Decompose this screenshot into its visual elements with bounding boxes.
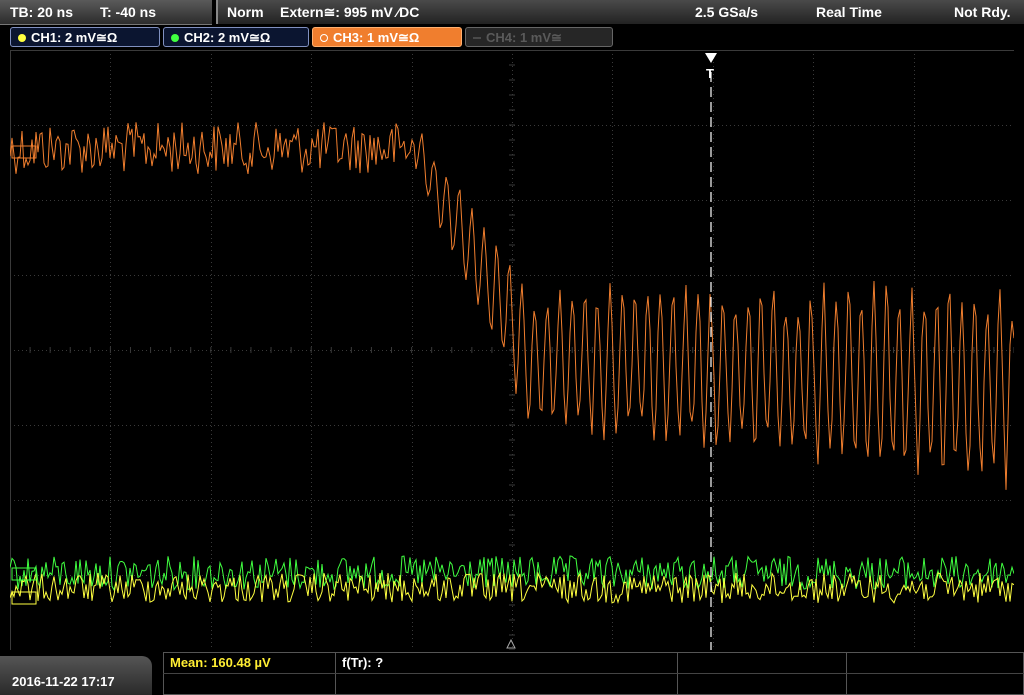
measurement-mean[interactable]: Mean: 160.48 µV <box>170 655 271 670</box>
trigger-panel[interactable]: Norm Extern≅: 995 mV ⁄DC 2.5 GSa/s Real … <box>216 0 1024 24</box>
trigger-time-readout[interactable]: T: -40 ns <box>100 4 156 20</box>
waveform-plot[interactable]: T <box>10 50 1014 650</box>
ch1-trace <box>10 571 1014 605</box>
acquisition-state: Not Rdy. <box>954 4 1011 20</box>
status-bar: TB: 20 ns T: -40 ns Norm Extern≅: 995 mV… <box>0 0 1024 25</box>
channel-tab-ch3[interactable]: CH3: 1 mV≅Ω <box>312 27 462 47</box>
horizontal-reference-marker-icon <box>506 638 516 649</box>
trigger-source[interactable]: Extern≅: 995 mV ⁄DC <box>280 4 419 21</box>
trigger-mode[interactable]: Norm <box>227 4 264 20</box>
acquisition-mode: Real Time <box>816 4 882 20</box>
channel-tab-ch1[interactable]: CH1: 2 mV≅Ω <box>10 27 160 47</box>
ch3-label: CH3: 1 mV≅Ω <box>333 30 420 45</box>
ch3-indicator-icon <box>320 34 328 42</box>
ch1-label: CH1: 2 mV≅Ω <box>31 30 118 45</box>
ch4-indicator-icon <box>473 37 481 39</box>
ch1-offset-marker-icon[interactable] <box>11 591 37 605</box>
ch2-trace <box>10 555 1014 592</box>
channel-tab-ch4[interactable]: CH4: 1 mV≅ <box>465 27 613 47</box>
ch1-indicator-icon <box>18 34 26 42</box>
datetime: 2016-11-22 17:17 <box>12 674 115 689</box>
ch2-label: CH2: 2 mV≅Ω <box>184 30 271 45</box>
sample-rate: 2.5 GSa/s <box>695 4 759 20</box>
timebase-panel[interactable]: TB: 20 ns T: -40 ns <box>0 0 212 25</box>
ch2-indicator-icon <box>171 34 179 42</box>
ch4-label: CH4: 1 mV≅ <box>486 30 562 45</box>
trigger-marker-label: T <box>706 66 714 81</box>
measurement-ftr[interactable]: f(Tr): ? <box>342 655 383 670</box>
trigger-position-marker-icon[interactable] <box>705 53 717 63</box>
measurement-divider <box>163 673 1024 674</box>
timebase-readout[interactable]: TB: 20 ns <box>10 4 73 20</box>
channel-tab-ch2[interactable]: CH2: 2 mV≅Ω <box>163 27 309 47</box>
